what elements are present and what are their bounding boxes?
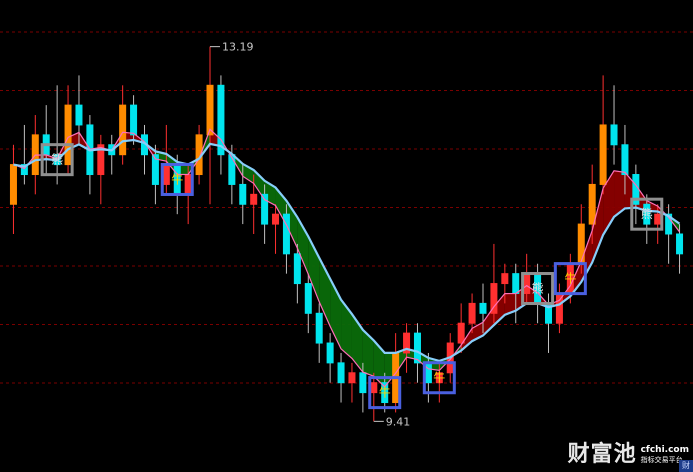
candle-body bbox=[610, 124, 618, 146]
candle-body bbox=[577, 223, 585, 265]
candle-body bbox=[239, 183, 247, 205]
candle-body bbox=[512, 273, 520, 294]
candle-body bbox=[326, 342, 334, 364]
candle-body bbox=[370, 382, 378, 394]
high-price-label: 13.19 bbox=[222, 41, 254, 54]
watermark: 财富池 cfchi.com 指标交易平台 bbox=[568, 436, 689, 468]
candle-body bbox=[337, 362, 345, 384]
candle-body bbox=[217, 84, 225, 156]
candle-body bbox=[479, 302, 487, 314]
candle-body bbox=[413, 332, 421, 364]
candle-body bbox=[250, 193, 258, 205]
candle-body bbox=[621, 144, 629, 176]
candle-body bbox=[162, 164, 170, 185]
candle-body bbox=[468, 302, 476, 324]
band-segment bbox=[362, 329, 374, 377]
candle-body bbox=[304, 283, 312, 314]
candle-body bbox=[293, 253, 301, 285]
candle-body bbox=[501, 273, 509, 285]
candle-body bbox=[348, 372, 356, 384]
bear-signal-label: 熊 bbox=[532, 281, 544, 296]
candle-body bbox=[206, 84, 214, 136]
candle-body bbox=[599, 124, 607, 185]
candle-body bbox=[523, 273, 531, 294]
candle-body bbox=[654, 213, 662, 225]
candle-body bbox=[424, 362, 432, 384]
candle-body bbox=[75, 104, 83, 126]
candle-body bbox=[228, 154, 236, 185]
candle-body bbox=[184, 174, 192, 195]
candle-body bbox=[676, 233, 684, 255]
price-chart: 熊牛牛牛熊牛熊 13.199.41 bbox=[0, 31, 693, 428]
candle-body bbox=[272, 213, 280, 225]
bull-signal-label: 牛 bbox=[564, 271, 576, 286]
candle-body bbox=[315, 312, 323, 344]
candle-body bbox=[119, 104, 127, 156]
bull-signal-label: 牛 bbox=[433, 370, 445, 385]
bull-signal-label: 牛 bbox=[379, 385, 391, 400]
bull-signal-label: 牛 bbox=[171, 171, 183, 186]
bear-signal-label: 熊 bbox=[641, 206, 653, 221]
candle-body bbox=[588, 183, 596, 225]
candles bbox=[9, 46, 684, 422]
watermark-url: cfchi.com bbox=[640, 445, 689, 455]
low-price-label: 9.41 bbox=[386, 415, 411, 428]
candle-body bbox=[64, 104, 72, 166]
candle-body bbox=[130, 104, 138, 136]
watermark-logo: 财富池 bbox=[567, 442, 637, 467]
corner-tag[interactable]: 财 bbox=[679, 460, 693, 472]
candle-body bbox=[457, 322, 465, 344]
watermark-subtitle: 指标交易平台 bbox=[640, 456, 683, 464]
candle-body bbox=[359, 372, 367, 394]
bear-signal-label: 熊 bbox=[51, 152, 63, 167]
candle-body bbox=[9, 164, 17, 205]
